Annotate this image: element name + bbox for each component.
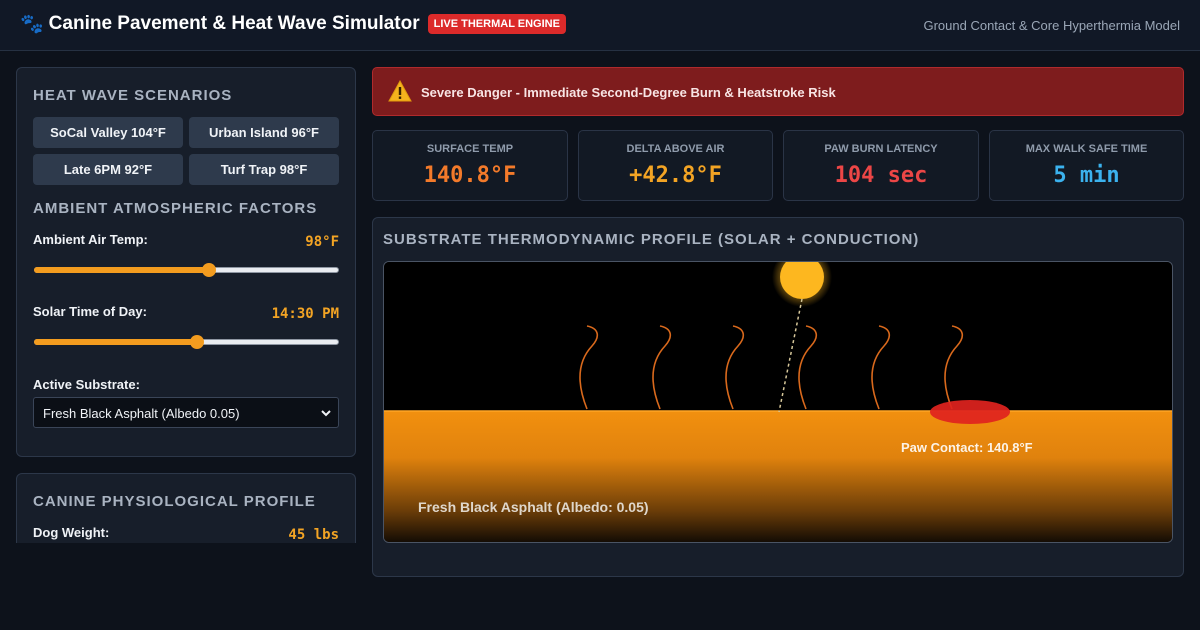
alert-text: Severe Danger - Immediate Second-Degree … [421, 85, 836, 100]
visualization-heading: SUBSTRATE THERMODYNAMIC PROFILE (SOLAR +… [383, 231, 920, 248]
thermal-visualization: Paw Contact: 140.8°F Fresh Black Asphalt… [383, 261, 1173, 543]
metric-label: MAX WALK SAFE TIME [1025, 143, 1148, 155]
air-temp-slider-fill [34, 267, 210, 273]
paw-contact-label: Paw Contact: 140.8°F [901, 440, 1033, 455]
physiology-heading: CANINE PHYSIOLOGICAL PROFILE [33, 493, 316, 510]
controls-panel: HEAT WAVE SCENARIOS SoCal Valley 104°F U… [16, 67, 356, 457]
dog-weight-label: Dog Weight: [33, 525, 110, 540]
scenario-urban-island-button[interactable]: Urban Island 96°F [189, 117, 339, 148]
metric-label: SURFACE TEMP [426, 143, 514, 155]
metric-value: +42.8°F [629, 163, 722, 188]
app-title: 🐾 Canine Pavement & Heat Wave Simulator … [20, 13, 566, 35]
dog-weight-value: 45 lbs [288, 527, 339, 543]
solar-time-slider[interactable] [34, 335, 339, 349]
solar-time-label: Solar Time of Day: [33, 304, 147, 319]
air-temp-value: 98°F [305, 234, 339, 250]
solar-time-slider-thumb[interactable] [190, 335, 205, 349]
header-subtitle: Ground Contact & Core Hyperthermia Model [923, 18, 1180, 33]
paw-icon: 🐾 [20, 13, 44, 35]
scenario-turf-trap-button[interactable]: Turf Trap 98°F [189, 154, 339, 185]
air-temp-label: Ambient Air Temp: [33, 232, 148, 247]
solar-time-value: 14:30 PM [271, 306, 339, 322]
thermal-canvas: Paw Contact: 140.8°F Fresh Black Asphalt… [384, 262, 1172, 542]
ground-substrate [384, 411, 1172, 542]
metric-value: 104 sec [834, 163, 928, 188]
app-title-text: Canine Pavement & Heat Wave Simulator [48, 13, 420, 34]
air-temp-slider[interactable] [34, 263, 339, 277]
danger-alert: Severe Danger - Immediate Second-Degree … [372, 67, 1184, 116]
metric-surface-temp: SURFACE TEMP 140.8°F [372, 130, 568, 201]
substrate-label: Active Substrate: [33, 377, 140, 392]
top-bar: 🐾 Canine Pavement & Heat Wave Simulator … [0, 0, 1200, 51]
scenarios-heading: HEAT WAVE SCENARIOS [33, 87, 233, 104]
metric-value: 5 min [1053, 163, 1120, 188]
metric-label: DELTA ABOVE AIR [626, 143, 725, 155]
air-temp-slider-thumb[interactable] [202, 263, 217, 277]
metric-label: PAW BURN LATENCY [824, 143, 938, 155]
chevron-down-icon [321, 410, 331, 417]
metric-delta-above-air: DELTA ABOVE AIR +42.8°F [578, 130, 773, 201]
metric-value: 140.8°F [423, 163, 517, 188]
substrate-name-label: Fresh Black Asphalt (Albedo: 0.05) [418, 499, 649, 515]
solar-time-slider-fill [34, 339, 198, 345]
paw-contact-icon [930, 400, 1010, 424]
ambient-heading: AMBIENT ATMOSPHERIC FACTORS [33, 200, 318, 217]
substrate-select[interactable]: Fresh Black Asphalt (Albedo 0.05) [33, 397, 339, 428]
warning-icon [388, 80, 412, 102]
scenario-socal-valley-button[interactable]: SoCal Valley 104°F [33, 117, 183, 148]
substrate-select-value: Fresh Black Asphalt (Albedo 0.05) [43, 406, 240, 421]
metric-max-walk-safe-time: MAX WALK SAFE TIME 5 min [989, 130, 1184, 201]
scenario-late-6pm-button[interactable]: Late 6PM 92°F [33, 154, 183, 185]
live-badge: LIVE THERMAL ENGINE [427, 14, 566, 34]
metric-paw-burn-latency: PAW BURN LATENCY 104 sec [783, 130, 979, 201]
